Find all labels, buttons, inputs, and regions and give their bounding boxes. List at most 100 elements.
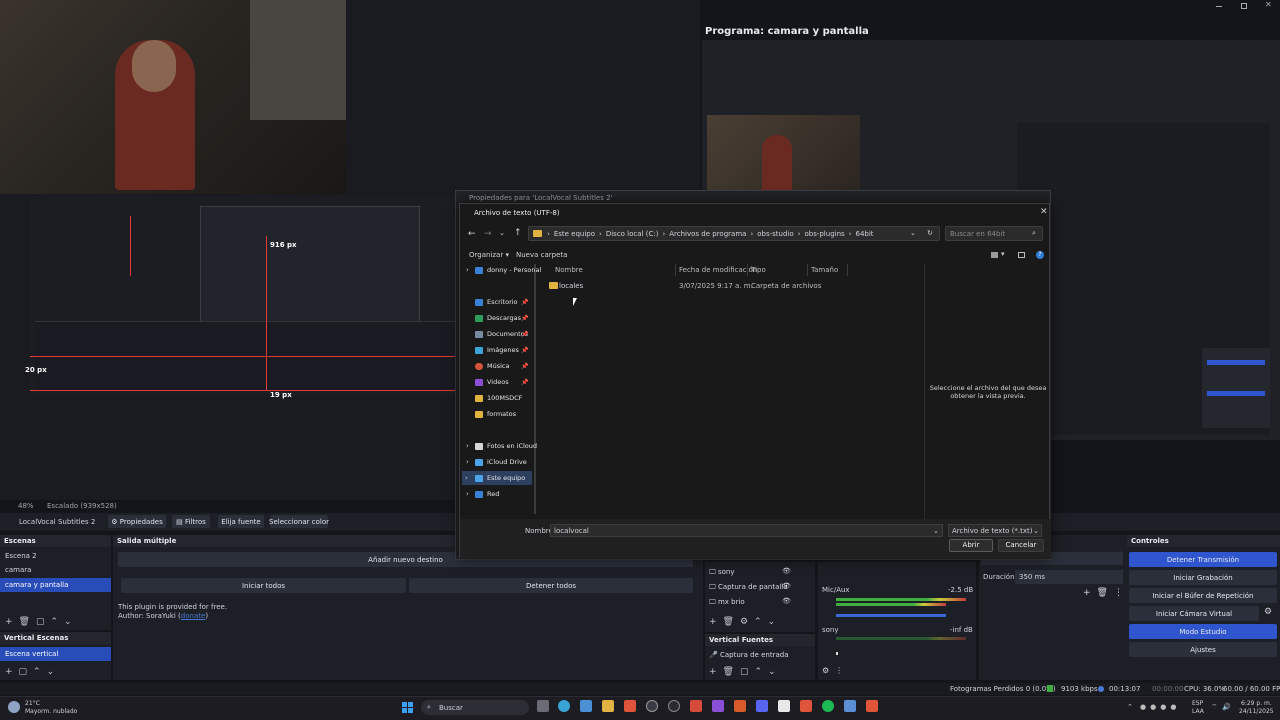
source-item[interactable]: 🖵 Captura de pantalla [705, 580, 815, 594]
brave-icon[interactable] [800, 700, 812, 712]
breadcrumb-item[interactable]: Archivos de programa [669, 230, 746, 238]
volume-slider[interactable] [836, 614, 946, 617]
virtual-camera-settings-icon[interactable]: ⚙ [1264, 607, 1272, 617]
pin-icon[interactable]: 📌 [521, 331, 528, 338]
sidebar-item-icloud-photos[interactable]: › Fotos en iCloud [466, 439, 537, 453]
filetype-dropdown-icon[interactable]: ⌄ [1033, 527, 1039, 535]
sidebar-item-this-pc[interactable]: › Este equipo [462, 471, 532, 485]
vertical-sources-toolbar[interactable]: +🗑▢⌃⌄ [709, 667, 782, 677]
mixer-toolbar[interactable]: ⚙⋮ [822, 666, 849, 675]
pin-icon[interactable]: 📌 [521, 363, 528, 370]
search-box[interactable]: Buscar en 64bit ⌕ [945, 226, 1043, 241]
sidebar-item-icloud-drive[interactable]: › iCloud Drive [466, 455, 527, 469]
file-explorer-icon[interactable] [602, 700, 614, 712]
expand-chevron-icon[interactable]: › [466, 442, 469, 450]
task-view-icon[interactable] [537, 700, 549, 712]
recent-chevron-icon[interactable]: ⌄ [499, 229, 505, 237]
preview-pane-icon[interactable] [1018, 252, 1025, 258]
start-recording-button[interactable]: Iniciar Grabación [1129, 570, 1277, 585]
replay-buffer-button[interactable]: Iniciar el Búfer de Repetición [1129, 588, 1277, 603]
filters-button[interactable]: ▤ Filtros [172, 515, 210, 528]
search-icon[interactable]: ⌕ [1032, 229, 1036, 238]
forward-icon[interactable]: → [484, 229, 492, 239]
sidebar-item-videos[interactable]: Videos [470, 375, 509, 389]
sidebar-item-network[interactable]: › Red [466, 487, 499, 501]
address-bar[interactable]: › Este equipo › Disco local (C:) › Archi… [528, 226, 940, 241]
pin-icon[interactable]: 📌 [521, 379, 528, 386]
open-button[interactable]: Abrir [949, 539, 993, 552]
sidebar-item-documents[interactable]: Documentos [470, 327, 528, 341]
stop-stream-button[interactable]: Detener Transmisión [1129, 552, 1277, 567]
file-row[interactable]: locales 3/07/2025 9:17 a. m. Carpeta de … [546, 279, 846, 292]
scene-item[interactable]: Escena 2 [0, 549, 111, 563]
address-dropdown-icon[interactable]: ⌄ [910, 229, 916, 237]
sidebar-item-onedrive[interactable]: › donny - Personal [466, 263, 541, 277]
app-icon[interactable] [668, 700, 680, 712]
breadcrumb-item[interactable]: obs-plugins [804, 230, 844, 238]
pin-icon[interactable]: 📌 [521, 347, 528, 354]
scaling-label[interactable]: Escalado (939x528) [47, 502, 117, 510]
app-icon[interactable] [690, 700, 702, 712]
cancel-button[interactable]: Cancelar [998, 539, 1044, 552]
eye-icon[interactable]: 👁 [782, 582, 791, 590]
up-icon[interactable]: ↑ [514, 228, 522, 238]
breadcrumb-item[interactable]: obs-studio [757, 230, 793, 238]
pin-icon[interactable]: 📌 [521, 299, 528, 306]
refresh-icon[interactable]: ↻ [927, 229, 933, 237]
clock-date[interactable]: 24/11/2025 [1239, 708, 1274, 715]
eye-icon[interactable]: 👁 [782, 567, 791, 575]
clock-time[interactable]: 6:29 p. m. [1241, 700, 1272, 707]
file-dialog-close-icon[interactable]: ✕ [1040, 207, 1048, 217]
expand-chevron-icon[interactable]: › [466, 458, 469, 466]
studio-mode-button[interactable]: Modo Estudio [1129, 624, 1277, 639]
store-icon[interactable] [580, 700, 592, 712]
breadcrumb-item[interactable]: Disco local (C:) [606, 230, 659, 238]
sidebar-item-downloads[interactable]: Descargas [470, 311, 521, 325]
tray-icons[interactable]: ●●●● [1140, 703, 1180, 711]
spotify-icon[interactable] [822, 700, 834, 712]
expand-chevron-icon[interactable]: › [466, 490, 469, 498]
view-dropdown-icon[interactable]: ▾ [1001, 250, 1005, 258]
weather-temp[interactable]: 21°C [25, 700, 40, 707]
pin-icon[interactable]: 📌 [521, 315, 528, 322]
choose-font-button[interactable]: Elija fuente [218, 515, 264, 528]
view-icon[interactable] [991, 252, 998, 258]
volume-tray-icon[interactable]: 🔊 [1222, 703, 1231, 711]
duration-input[interactable]: 350 ms [1015, 570, 1123, 584]
sidebar-item-pictures[interactable]: Imágenes [470, 343, 519, 357]
scene-item[interactable]: camara [0, 563, 111, 577]
obs-icon[interactable] [646, 700, 658, 712]
discord-icon[interactable] [756, 700, 768, 712]
filename-input[interactable]: localvocal ⌄ [550, 524, 943, 537]
network-tray-icon[interactable]: ⌔ [1211, 703, 1218, 712]
vertical-source-item[interactable]: 🎤 Captura de entrada [705, 648, 815, 662]
weather-desc[interactable]: Mayorm. nublado [25, 708, 77, 715]
source-item[interactable]: 🖵 sony [705, 565, 815, 579]
column-type[interactable]: Tipo [751, 266, 766, 274]
app-icon[interactable] [844, 700, 856, 712]
column-size[interactable]: Tamaño [811, 266, 838, 274]
back-icon[interactable]: ← [468, 229, 476, 239]
sidebar-item-desktop[interactable]: Escritorio [470, 295, 518, 309]
brave-icon[interactable] [624, 700, 636, 712]
filename-dropdown-icon[interactable]: ⌄ [933, 527, 939, 535]
zoom-level[interactable]: 48% [18, 502, 34, 510]
volume-slider[interactable] [836, 652, 838, 655]
scenes-toolbar[interactable]: +🗑▢⌃⌄ [5, 617, 78, 627]
app-icon[interactable] [734, 700, 746, 712]
expand-chevron-icon[interactable]: › [465, 474, 468, 482]
donate-link[interactable]: donate [181, 612, 206, 620]
properties-button[interactable]: ⚙ Propiedades [108, 515, 166, 528]
organize-button[interactable]: Organizar ▾ [469, 251, 509, 259]
virtual-camera-button[interactable]: Iniciar Cámara Virtual [1129, 606, 1259, 621]
stop-all-button[interactable]: Detener todos [409, 578, 693, 593]
expand-chevron-icon[interactable]: › [466, 266, 469, 274]
new-folder-button[interactable]: Nueva carpeta [516, 251, 567, 259]
maximize-icon[interactable] [1241, 3, 1247, 9]
scene-item-selected[interactable]: camara y pantalla [0, 578, 111, 592]
app-icon[interactable] [712, 700, 724, 712]
sources-toolbar[interactable]: +🗑⚙⌃⌄ [709, 617, 781, 627]
minimize-icon[interactable] [1216, 6, 1222, 7]
filetype-select[interactable]: Archivo de texto (*.txt) ⌄ [948, 524, 1042, 537]
help-icon[interactable]: ? [1036, 251, 1044, 259]
